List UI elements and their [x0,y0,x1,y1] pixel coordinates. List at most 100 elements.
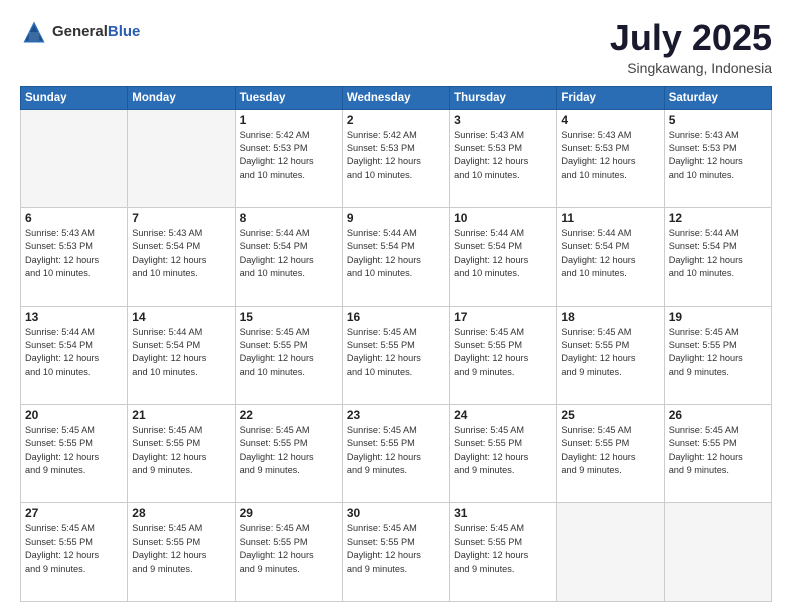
day-number: 24 [454,408,552,422]
day-number: 1 [240,113,338,127]
week-row-1: 1 Sunrise: 5:42 AM Sunset: 5:53 PM Daylig… [21,109,772,207]
calendar-cell: 23 Sunrise: 5:45 AM Sunset: 5:55 PM Dayli… [342,405,449,503]
week-row-5: 27 Sunrise: 5:45 AM Sunset: 5:55 PM Dayli… [21,503,772,602]
calendar-cell: 29 Sunrise: 5:45 AM Sunset: 5:55 PM Dayli… [235,503,342,602]
calendar-cell: 16 Sunrise: 5:45 AM Sunset: 5:55 PM Dayli… [342,306,449,404]
day-number: 16 [347,310,445,324]
day-number: 20 [25,408,123,422]
day-number: 4 [561,113,659,127]
day-info: Sunrise: 5:44 AM Sunset: 5:54 PM Dayligh… [240,227,338,280]
calendar-cell: 25 Sunrise: 5:45 AM Sunset: 5:55 PM Dayli… [557,405,664,503]
day-info: Sunrise: 5:45 AM Sunset: 5:55 PM Dayligh… [25,522,123,575]
day-info: Sunrise: 5:42 AM Sunset: 5:53 PM Dayligh… [347,129,445,182]
day-number: 30 [347,506,445,520]
day-number: 5 [669,113,767,127]
day-info: Sunrise: 5:45 AM Sunset: 5:55 PM Dayligh… [561,424,659,477]
day-number: 27 [25,506,123,520]
calendar-cell: 1 Sunrise: 5:42 AM Sunset: 5:53 PM Daylig… [235,109,342,207]
day-header-friday: Friday [557,86,664,109]
day-info: Sunrise: 5:45 AM Sunset: 5:55 PM Dayligh… [240,522,338,575]
day-number: 8 [240,211,338,225]
logo-text: GeneralBlue [52,24,140,41]
day-number: 28 [132,506,230,520]
calendar-cell: 13 Sunrise: 5:44 AM Sunset: 5:54 PM Dayli… [21,306,128,404]
day-number: 9 [347,211,445,225]
day-info: Sunrise: 5:45 AM Sunset: 5:55 PM Dayligh… [347,522,445,575]
day-info: Sunrise: 5:45 AM Sunset: 5:55 PM Dayligh… [454,522,552,575]
calendar-cell: 5 Sunrise: 5:43 AM Sunset: 5:53 PM Daylig… [664,109,771,207]
day-number: 15 [240,310,338,324]
day-number: 18 [561,310,659,324]
header: GeneralBlue July 2025 Singkawang, Indone… [20,18,772,76]
day-number: 29 [240,506,338,520]
day-header-saturday: Saturday [664,86,771,109]
day-info: Sunrise: 5:45 AM Sunset: 5:55 PM Dayligh… [561,326,659,379]
calendar-cell: 30 Sunrise: 5:45 AM Sunset: 5:55 PM Dayli… [342,503,449,602]
logo-icon [20,18,48,46]
calendar-cell: 27 Sunrise: 5:45 AM Sunset: 5:55 PM Dayli… [21,503,128,602]
day-info: Sunrise: 5:45 AM Sunset: 5:55 PM Dayligh… [454,326,552,379]
day-number: 10 [454,211,552,225]
day-number: 12 [669,211,767,225]
page: GeneralBlue July 2025 Singkawang, Indone… [0,0,792,612]
calendar-cell: 21Sunrise: 5:45 AM Sunset: 5:55 PM Dayli… [128,405,235,503]
calendar-cell: 3 Sunrise: 5:43 AM Sunset: 5:53 PM Daylig… [450,109,557,207]
calendar-cell: 9 Sunrise: 5:44 AM Sunset: 5:54 PM Daylig… [342,208,449,306]
calendar-cell: 2 Sunrise: 5:42 AM Sunset: 5:53 PM Daylig… [342,109,449,207]
logo: GeneralBlue [20,18,140,46]
day-number: 6 [25,211,123,225]
location-subtitle: Singkawang, Indonesia [610,60,772,76]
calendar-cell: 22Sunrise: 5:45 AM Sunset: 5:55 PM Dayli… [235,405,342,503]
calendar-header-row: SundayMondayTuesdayWednesdayThursdayFrid… [21,86,772,109]
calendar-cell [21,109,128,207]
day-number: 25 [561,408,659,422]
calendar-cell [664,503,771,602]
day-header-sunday: Sunday [21,86,128,109]
day-number: 2 [347,113,445,127]
calendar-cell: 28 Sunrise: 5:45 AM Sunset: 5:55 PM Dayli… [128,503,235,602]
title-area: July 2025 Singkawang, Indonesia [610,18,772,76]
month-title: July 2025 [610,18,772,58]
day-header-wednesday: Wednesday [342,86,449,109]
day-number: 31 [454,506,552,520]
day-number: 19 [669,310,767,324]
calendar-cell: 15Sunrise: 5:45 AM Sunset: 5:55 PM Dayli… [235,306,342,404]
day-info: Sunrise: 5:43 AM Sunset: 5:53 PM Dayligh… [669,129,767,182]
calendar-cell: 10Sunrise: 5:44 AM Sunset: 5:54 PM Dayli… [450,208,557,306]
calendar-cell: 17Sunrise: 5:45 AM Sunset: 5:55 PM Dayli… [450,306,557,404]
calendar-cell: 4 Sunrise: 5:43 AM Sunset: 5:53 PM Daylig… [557,109,664,207]
calendar-table: SundayMondayTuesdayWednesdayThursdayFrid… [20,86,772,602]
day-header-thursday: Thursday [450,86,557,109]
day-info: Sunrise: 5:44 AM Sunset: 5:54 PM Dayligh… [347,227,445,280]
logo-blue: Blue [108,24,141,41]
day-info: Sunrise: 5:42 AM Sunset: 5:53 PM Dayligh… [240,129,338,182]
day-info: Sunrise: 5:44 AM Sunset: 5:54 PM Dayligh… [25,326,123,379]
day-number: 11 [561,211,659,225]
calendar-cell: 6 Sunrise: 5:43 AM Sunset: 5:53 PM Daylig… [21,208,128,306]
day-info: Sunrise: 5:44 AM Sunset: 5:54 PM Dayligh… [669,227,767,280]
week-row-3: 13 Sunrise: 5:44 AM Sunset: 5:54 PM Dayli… [21,306,772,404]
calendar-cell: 24Sunrise: 5:45 AM Sunset: 5:55 PM Dayli… [450,405,557,503]
day-number: 22 [240,408,338,422]
day-number: 13 [25,310,123,324]
day-info: Sunrise: 5:43 AM Sunset: 5:53 PM Dayligh… [561,129,659,182]
calendar-cell: 12 Sunrise: 5:44 AM Sunset: 5:54 PM Dayli… [664,208,771,306]
day-info: Sunrise: 5:44 AM Sunset: 5:54 PM Dayligh… [561,227,659,280]
calendar-cell: 7 Sunrise: 5:43 AM Sunset: 5:54 PM Daylig… [128,208,235,306]
day-number: 26 [669,408,767,422]
day-info: Sunrise: 5:45 AM Sunset: 5:55 PM Dayligh… [132,522,230,575]
week-row-2: 6 Sunrise: 5:43 AM Sunset: 5:53 PM Daylig… [21,208,772,306]
day-info: Sunrise: 5:45 AM Sunset: 5:55 PM Dayligh… [347,326,445,379]
day-info: Sunrise: 5:43 AM Sunset: 5:53 PM Dayligh… [454,129,552,182]
day-info: Sunrise: 5:43 AM Sunset: 5:53 PM Dayligh… [25,227,123,280]
day-number: 23 [347,408,445,422]
calendar-cell: 20Sunrise: 5:45 AM Sunset: 5:55 PM Dayli… [21,405,128,503]
day-info: Sunrise: 5:45 AM Sunset: 5:55 PM Dayligh… [347,424,445,477]
day-number: 3 [454,113,552,127]
day-number: 7 [132,211,230,225]
calendar-cell [128,109,235,207]
day-header-tuesday: Tuesday [235,86,342,109]
day-info: Sunrise: 5:45 AM Sunset: 5:55 PM Dayligh… [669,424,767,477]
day-info: Sunrise: 5:43 AM Sunset: 5:54 PM Dayligh… [132,227,230,280]
calendar-cell [557,503,664,602]
